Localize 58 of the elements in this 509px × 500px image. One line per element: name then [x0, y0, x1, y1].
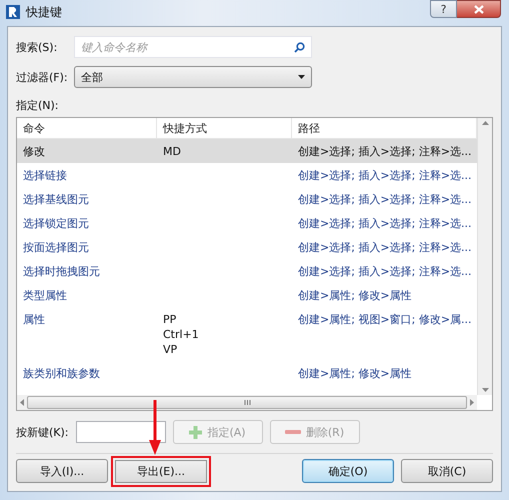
section-label: 指定(N): [16, 98, 60, 112]
path-cell-text: 创建>属性; 修改>属性 [297, 288, 413, 303]
search-placeholder: 键入命令名称 [81, 40, 147, 54]
path-cell-text: 创建>选择; 插入>选择; 注释>选... [297, 264, 473, 279]
scrollbar-thumb[interactable] [27, 396, 467, 409]
command-cell-text: 选择时拖拽图元 [22, 264, 101, 279]
path-cell-text: 创建>选择; 插入>选择; 注释>选... [297, 216, 473, 231]
annotation-arrow [149, 400, 161, 455]
table-row[interactable]: 按面选择图元 创建>选择; 插入>选择; 注释>选... [17, 235, 477, 259]
help-button[interactable]: ? [430, 0, 457, 18]
field-label: 过滤器(F): [16, 70, 69, 84]
path-cell-text: 创建>选择; 插入>选择; 注释>选... [297, 144, 473, 159]
table-row[interactable]: 修改 MD 创建>选择; 插入>选择; 注释>选... [17, 139, 477, 163]
app-logo-icon [6, 5, 20, 19]
minus-icon [284, 430, 301, 434]
shortcut-text: MD [163, 144, 182, 159]
dialog-button[interactable]: 确定(O) [302, 459, 394, 483]
scroll-down-icon[interactable] [482, 388, 488, 392]
path-cell-text: 创建>选择; 插入>选择; 注释>选... [297, 240, 473, 255]
dialog-button[interactable]: 导入(I)... [16, 459, 108, 483]
search-icon[interactable] [294, 42, 305, 52]
plus-icon [189, 426, 202, 438]
new-key-field[interactable] [76, 421, 166, 443]
dropdown-value: 全部 [81, 70, 103, 84]
command-cell-text: 属性 [22, 312, 46, 328]
dialog-button[interactable]: 导出(E)... [111, 456, 211, 487]
dialog-button[interactable]: 取消(C) [401, 459, 493, 483]
field-label: 按新键(K): [16, 424, 69, 440]
command-cell-text: 类型属性 [22, 288, 68, 303]
path-cell-text: 创建>属性; 视图>窗口; 修改>属... [297, 312, 473, 328]
table-row[interactable]: 属性 PP Ctrl+1 VP 创建>属性; 视图>窗口; 修改>属... [17, 307, 477, 361]
command-cell-text: 选择锁定图元 [22, 216, 90, 231]
field-label: 搜索(S): [16, 40, 58, 54]
shortcut-text: Ctrl+1 [163, 327, 200, 342]
dropdown-arrow-icon [298, 75, 305, 79]
path-cell-text: 创建>选择; 插入>选择; 注释>选... [297, 168, 473, 183]
scroll-left-icon[interactable] [20, 399, 24, 406]
window-title: 快捷键 [26, 4, 62, 20]
command-cell-text: 选择基线图元 [22, 192, 90, 207]
command-cell-text: 选择链接 [22, 168, 68, 183]
table-row[interactable]: 选择链接 创建>选择; 插入>选择; 注释>选... [17, 163, 477, 187]
table-row[interactable]: 选择基线图元 创建>选择; 插入>选择; 注释>选... [17, 187, 477, 211]
table-row[interactable]: 选择时拖拽图元 创建>选择; 插入>选择; 注释>选... [17, 259, 477, 283]
command-cell-text: 修改 [22, 144, 46, 159]
shortcut-text: PP [163, 312, 178, 327]
close-icon [474, 4, 484, 14]
table-row[interactable]: 类型属性 创建>属性; 修改>属性 [17, 283, 477, 307]
close-button[interactable] [457, 0, 501, 18]
table-row[interactable]: 选择锁定图元 创建>选择; 插入>选择; 注释>选... [17, 211, 477, 235]
path-cell-text: 创建>选择; 插入>选择; 注释>选... [297, 192, 473, 207]
scroll-up-icon[interactable] [482, 121, 488, 125]
path-cell-text: 创建>属性; 修改>属性 [297, 366, 413, 381]
filter-dropdown[interactable]: 全部 [74, 66, 312, 88]
command-cell-text: 按面选择图元 [22, 240, 90, 255]
command-cell-text: 族类别和族参数 [22, 366, 101, 381]
shortcut-text: VP [163, 342, 178, 357]
scroll-right-icon[interactable] [470, 399, 474, 406]
table-row[interactable]: 族类别和族参数 创建>属性; 修改>属性 [17, 361, 477, 385]
